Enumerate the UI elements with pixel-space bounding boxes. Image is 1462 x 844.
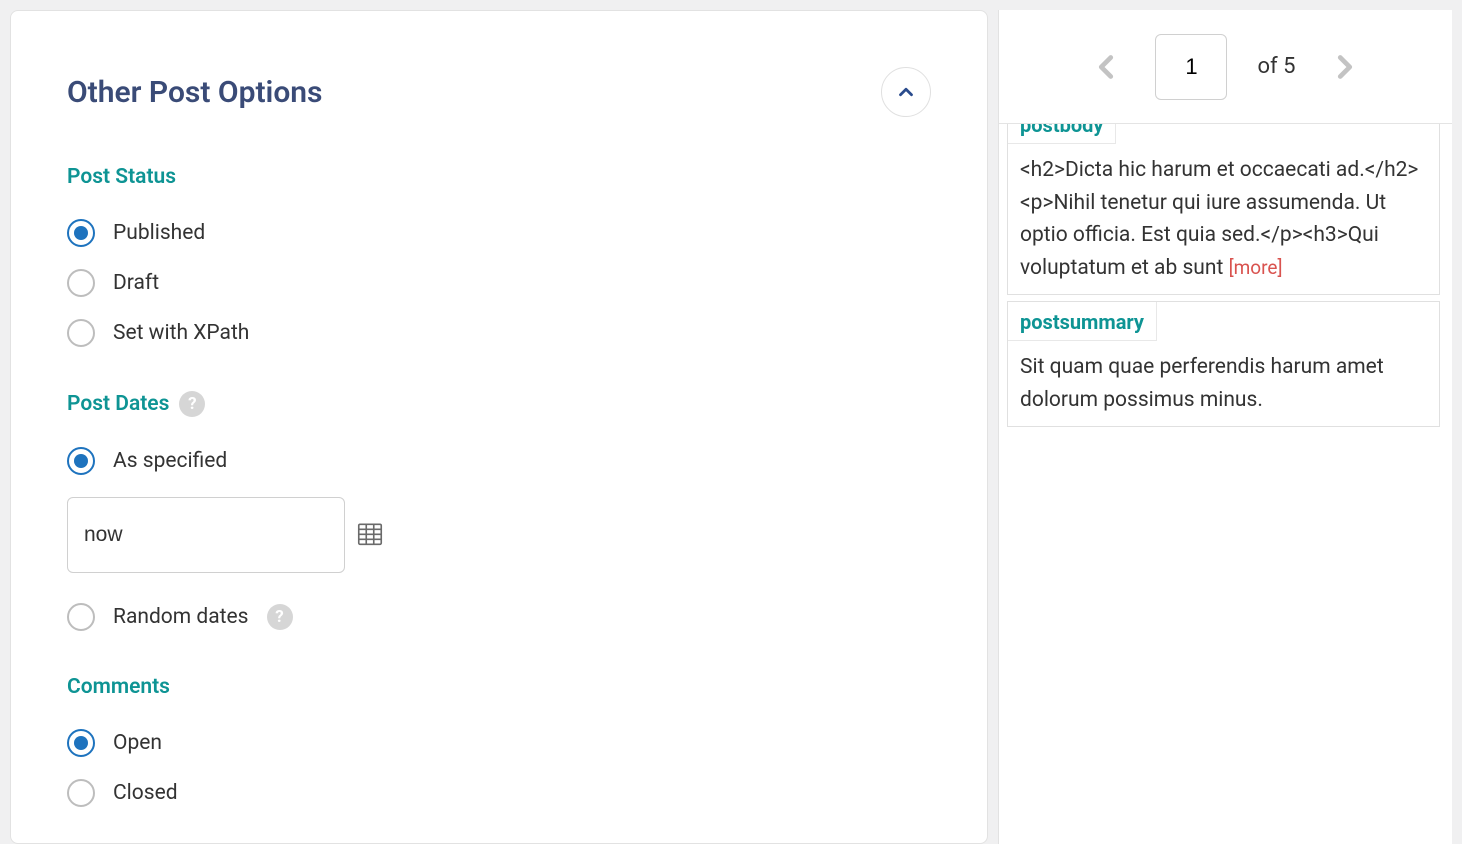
radio-label: Closed — [113, 781, 178, 805]
postbody-box: postbody <h2>Dicta hic harum et occaecat… — [1007, 124, 1440, 295]
comments-title: Comments — [67, 675, 931, 699]
next-page-button[interactable] — [1326, 48, 1364, 86]
panel-title: Other Post Options — [67, 75, 322, 110]
post-dates-random[interactable]: Random dates ? — [67, 603, 931, 631]
post-status-published[interactable]: Published — [67, 219, 931, 247]
radio-label: Open — [113, 731, 162, 755]
chevron-left-icon — [1087, 48, 1125, 86]
postsummary-label: postsummary — [1008, 302, 1157, 341]
radio-label: Draft — [113, 271, 159, 295]
chevron-right-icon — [1326, 48, 1364, 86]
radio-label: Published — [113, 221, 205, 245]
date-input[interactable] — [84, 523, 355, 547]
comments-open[interactable]: Open — [67, 729, 931, 757]
post-dates-section: Post Dates ? As specified Random — [67, 391, 931, 631]
collapse-button[interactable] — [881, 67, 931, 117]
post-status-xpath[interactable]: Set with XPath — [67, 319, 931, 347]
chevron-up-icon — [895, 81, 917, 103]
options-panel: Other Post Options Post Status Published… — [10, 10, 988, 844]
panel-header: Other Post Options — [67, 67, 931, 117]
radio-icon — [67, 219, 95, 247]
pager: of 5 — [999, 10, 1452, 124]
more-link[interactable]: [more] — [1229, 256, 1283, 279]
post-dates-title-text: Post Dates — [67, 392, 169, 416]
postbody-label: postbody — [1008, 124, 1116, 144]
prev-page-button[interactable] — [1087, 48, 1125, 86]
post-status-title: Post Status — [67, 165, 931, 189]
post-dates-title: Post Dates ? — [67, 391, 931, 417]
preview-panel: of 5 postbody <h2>Dicta hic harum et occ… — [998, 10, 1452, 844]
postbody-text: <h2>Dicta hic harum et occaecati ad.</h2… — [1020, 158, 1418, 280]
radio-icon — [67, 447, 95, 475]
radio-icon — [67, 269, 95, 297]
radio-label: As specified — [113, 449, 227, 473]
date-input-wrapper — [67, 497, 345, 573]
radio-icon — [67, 729, 95, 757]
post-dates-specified[interactable]: As specified — [67, 447, 931, 475]
postsummary-box: postsummary Sit quam quae perferendis ha… — [1007, 301, 1440, 427]
page-input[interactable] — [1155, 34, 1227, 100]
help-icon[interactable]: ? — [267, 604, 293, 630]
postbody-content: <h2>Dicta hic harum et occaecati ad.</h2… — [1008, 144, 1439, 294]
radio-icon — [67, 779, 95, 807]
post-status-section: Post Status Published Draft Set with XPa… — [67, 165, 931, 347]
radio-label: Set with XPath — [113, 321, 249, 345]
radio-label: Random dates — [113, 605, 249, 629]
pager-total: of 5 — [1257, 54, 1295, 79]
post-status-draft[interactable]: Draft — [67, 269, 931, 297]
comments-section: Comments Open Closed — [67, 675, 931, 807]
help-icon[interactable]: ? — [179, 391, 205, 417]
postsummary-content: Sit quam quae perferendis harum amet dol… — [1008, 341, 1439, 426]
preview-scroll[interactable]: postbody <h2>Dicta hic harum et occaecat… — [999, 124, 1452, 844]
calendar-icon[interactable] — [355, 518, 385, 552]
comments-closed[interactable]: Closed — [67, 779, 931, 807]
radio-icon — [67, 319, 95, 347]
radio-icon — [67, 603, 95, 631]
